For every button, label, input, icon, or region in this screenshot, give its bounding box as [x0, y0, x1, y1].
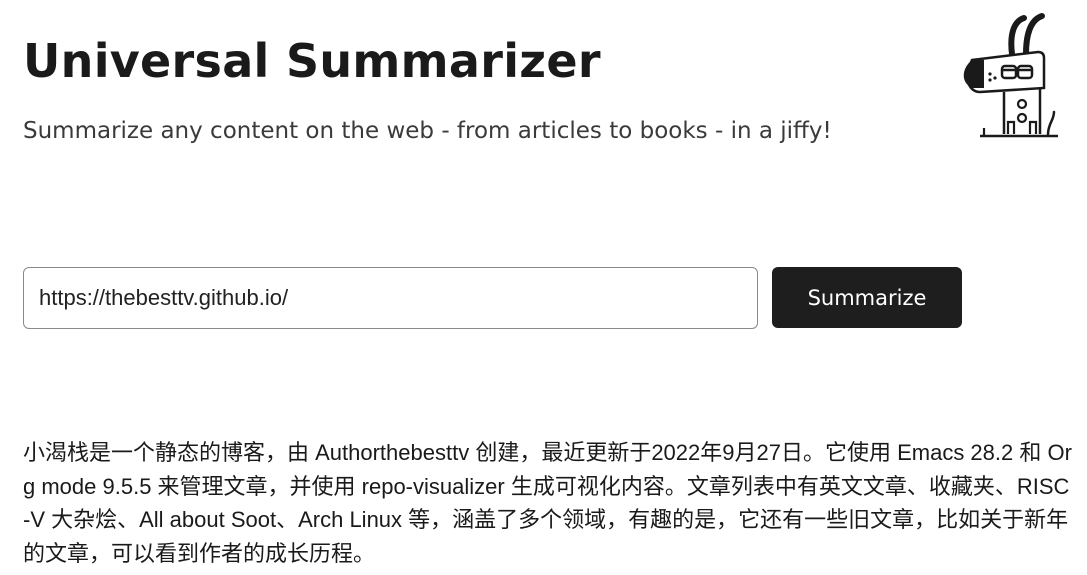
- page-subtitle: Summarize any content on the web - from …: [23, 118, 832, 144]
- url-input[interactable]: [23, 267, 758, 329]
- dog-mascot-icon: [963, 13, 1058, 138]
- page-title: Universal Summarizer: [23, 34, 601, 88]
- summarize-button[interactable]: Summarize: [772, 267, 962, 328]
- summary-text: 小渴栈是一个静态的博客，由 Authorthebesttv 创建，最近更新于20…: [23, 440, 1072, 566]
